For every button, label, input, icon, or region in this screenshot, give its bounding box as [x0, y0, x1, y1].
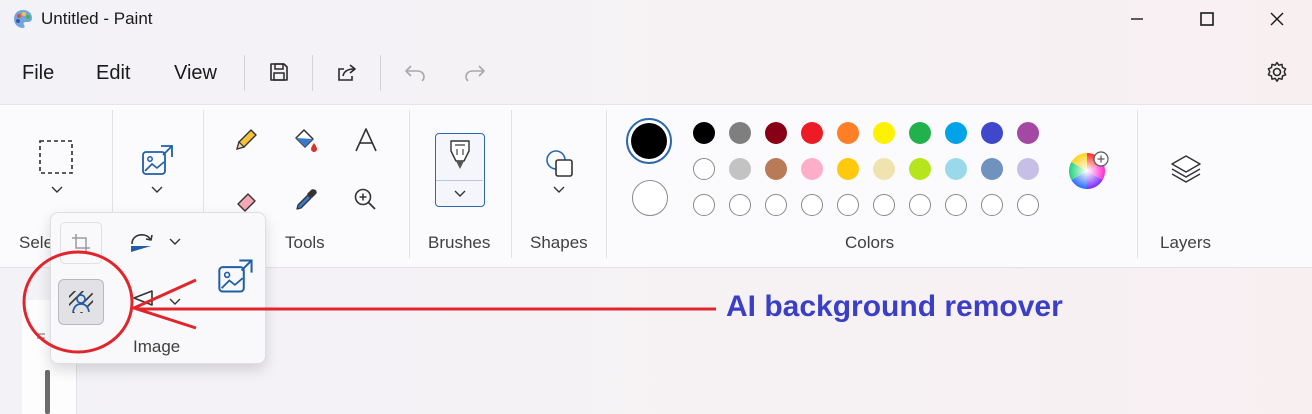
annotation-circle: [22, 250, 134, 354]
annotation-label: AI background remover: [726, 290, 1063, 323]
annotation-arrow-head: [129, 278, 197, 330]
